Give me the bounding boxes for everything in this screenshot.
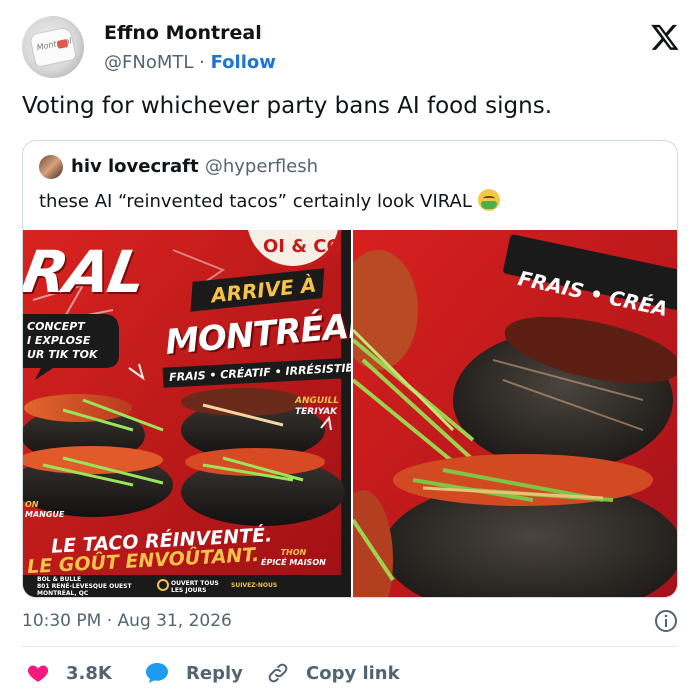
poster-hours-line-2: LES JOURS (171, 587, 207, 594)
quote-text-line: these AI “reinvented tacos” certainly lo… (39, 189, 500, 212)
info-icon[interactable] (654, 609, 678, 633)
author-name[interactable]: Effno Montreal (104, 22, 262, 44)
poster-badge-text: OI & CO (263, 236, 342, 257)
reply-bubble-icon (146, 663, 168, 683)
poster-anguille-line-1: ANGUILL (295, 396, 340, 406)
quote-author-name[interactable]: hiv lovecraft (71, 156, 199, 177)
quote-media: RAL OI & CO ARRIVE À MONTRÉAL FRAIS • CR… (23, 230, 677, 597)
poster-address-line-3: MONTRÉAL, QC (37, 590, 89, 597)
quote-tweet-card[interactable]: hiv lovecraft @hyperflesh these AI “rein… (22, 140, 678, 598)
like-count: 3.8K (66, 662, 112, 684)
reply-button[interactable]: Reply (144, 657, 243, 689)
copy-link-button[interactable]: Copy link (266, 657, 400, 689)
poster-thon: THON ÉPICÉ MAISON (261, 548, 326, 568)
poster-pole (341, 230, 351, 597)
tweet-actions: 3.8K Reply Copy link (22, 657, 682, 689)
heart-icon (27, 665, 49, 682)
right-taco-lower (383, 454, 677, 597)
quote-author-avatar[interactable] (39, 155, 63, 179)
poster-address: BOL & BULLE 801 RENÉ-LEVESQUE OUEST MONT… (37, 576, 132, 597)
tweet-header: Montreal Effno Montreal @FNoMTL · Follow (22, 16, 682, 80)
follow-button[interactable]: Follow (211, 52, 276, 73)
quote-author-handle[interactable]: @hyperflesh (205, 156, 318, 177)
like-button[interactable]: 3.8K (26, 657, 112, 689)
poster-hours-line-1: OUVERT TOUS (171, 580, 219, 587)
poster-thon-line-1: THON (280, 548, 307, 557)
poster-concept: CONCEPT I EXPLOSE UR TIK TOK (27, 320, 98, 362)
author-avatar[interactable]: Montreal (22, 16, 84, 78)
handle-separator: · (199, 52, 205, 73)
tweet-date: Aug 31, 2026 (117, 611, 232, 631)
poster-side-label: ON MANGUE (25, 500, 64, 520)
author-handle-line: @FNoMTL · Follow (104, 52, 276, 73)
poster-address-line-1: BOL & BULLE (37, 576, 82, 583)
author-handle[interactable]: @FNoMTL (104, 52, 193, 73)
tweet-time: 10:30 PM (22, 611, 102, 631)
poster-concept-line-3: UR TIK TOK (27, 348, 98, 361)
quote-author-line: hiv lovecraft @hyperflesh (71, 156, 318, 177)
poster-concept-line-2: I EXPLOSE (27, 334, 91, 347)
poster-address-line-2: 801 RENÉ-LEVESQUE OUEST (37, 583, 132, 590)
timestamp-separator: · (106, 611, 113, 631)
link-icon (268, 663, 288, 683)
poster-right-illustration (353, 230, 677, 597)
x-logo-icon[interactable] (650, 22, 680, 52)
poster-side-line-1: ON (25, 500, 39, 509)
poster-anguille-line-2: TERIYAK (295, 407, 338, 417)
nauseated-face-icon (477, 189, 500, 211)
poster-concept-line-1: CONCEPT (27, 320, 85, 333)
poster-photo-right[interactable]: FRAIS • CRÉA (353, 230, 677, 597)
poster-follow-us: SUIVEZ-NOUS (231, 582, 278, 589)
poster-headline: RAL (23, 238, 150, 306)
copy-link-label: Copy link (306, 662, 400, 684)
avatar-bag-image: Montreal (28, 26, 78, 68)
tweet-text: Voting for whichever party bans AI food … (22, 93, 553, 119)
quote-text: these AI “reinvented tacos” certainly lo… (39, 191, 472, 212)
taco-4 (181, 448, 345, 526)
poster-anguille: ANGUILL TERIYAK (295, 396, 339, 418)
tweet-timestamp[interactable]: 10:30 PM · Aug 31, 2026 (22, 611, 232, 631)
footer-divider (22, 646, 678, 647)
poster-photo-left[interactable]: RAL OI & CO ARRIVE À MONTRÉAL FRAIS • CR… (23, 230, 351, 597)
reply-label: Reply (186, 662, 243, 684)
poster-hours: OUVERT TOUS LES JOURS (171, 580, 219, 594)
poster-side-line-2: MANGUE (25, 510, 65, 519)
avatar-bag-logo (56, 38, 69, 49)
poster-thon-line-2: ÉPICÉ MAISON (261, 558, 326, 567)
